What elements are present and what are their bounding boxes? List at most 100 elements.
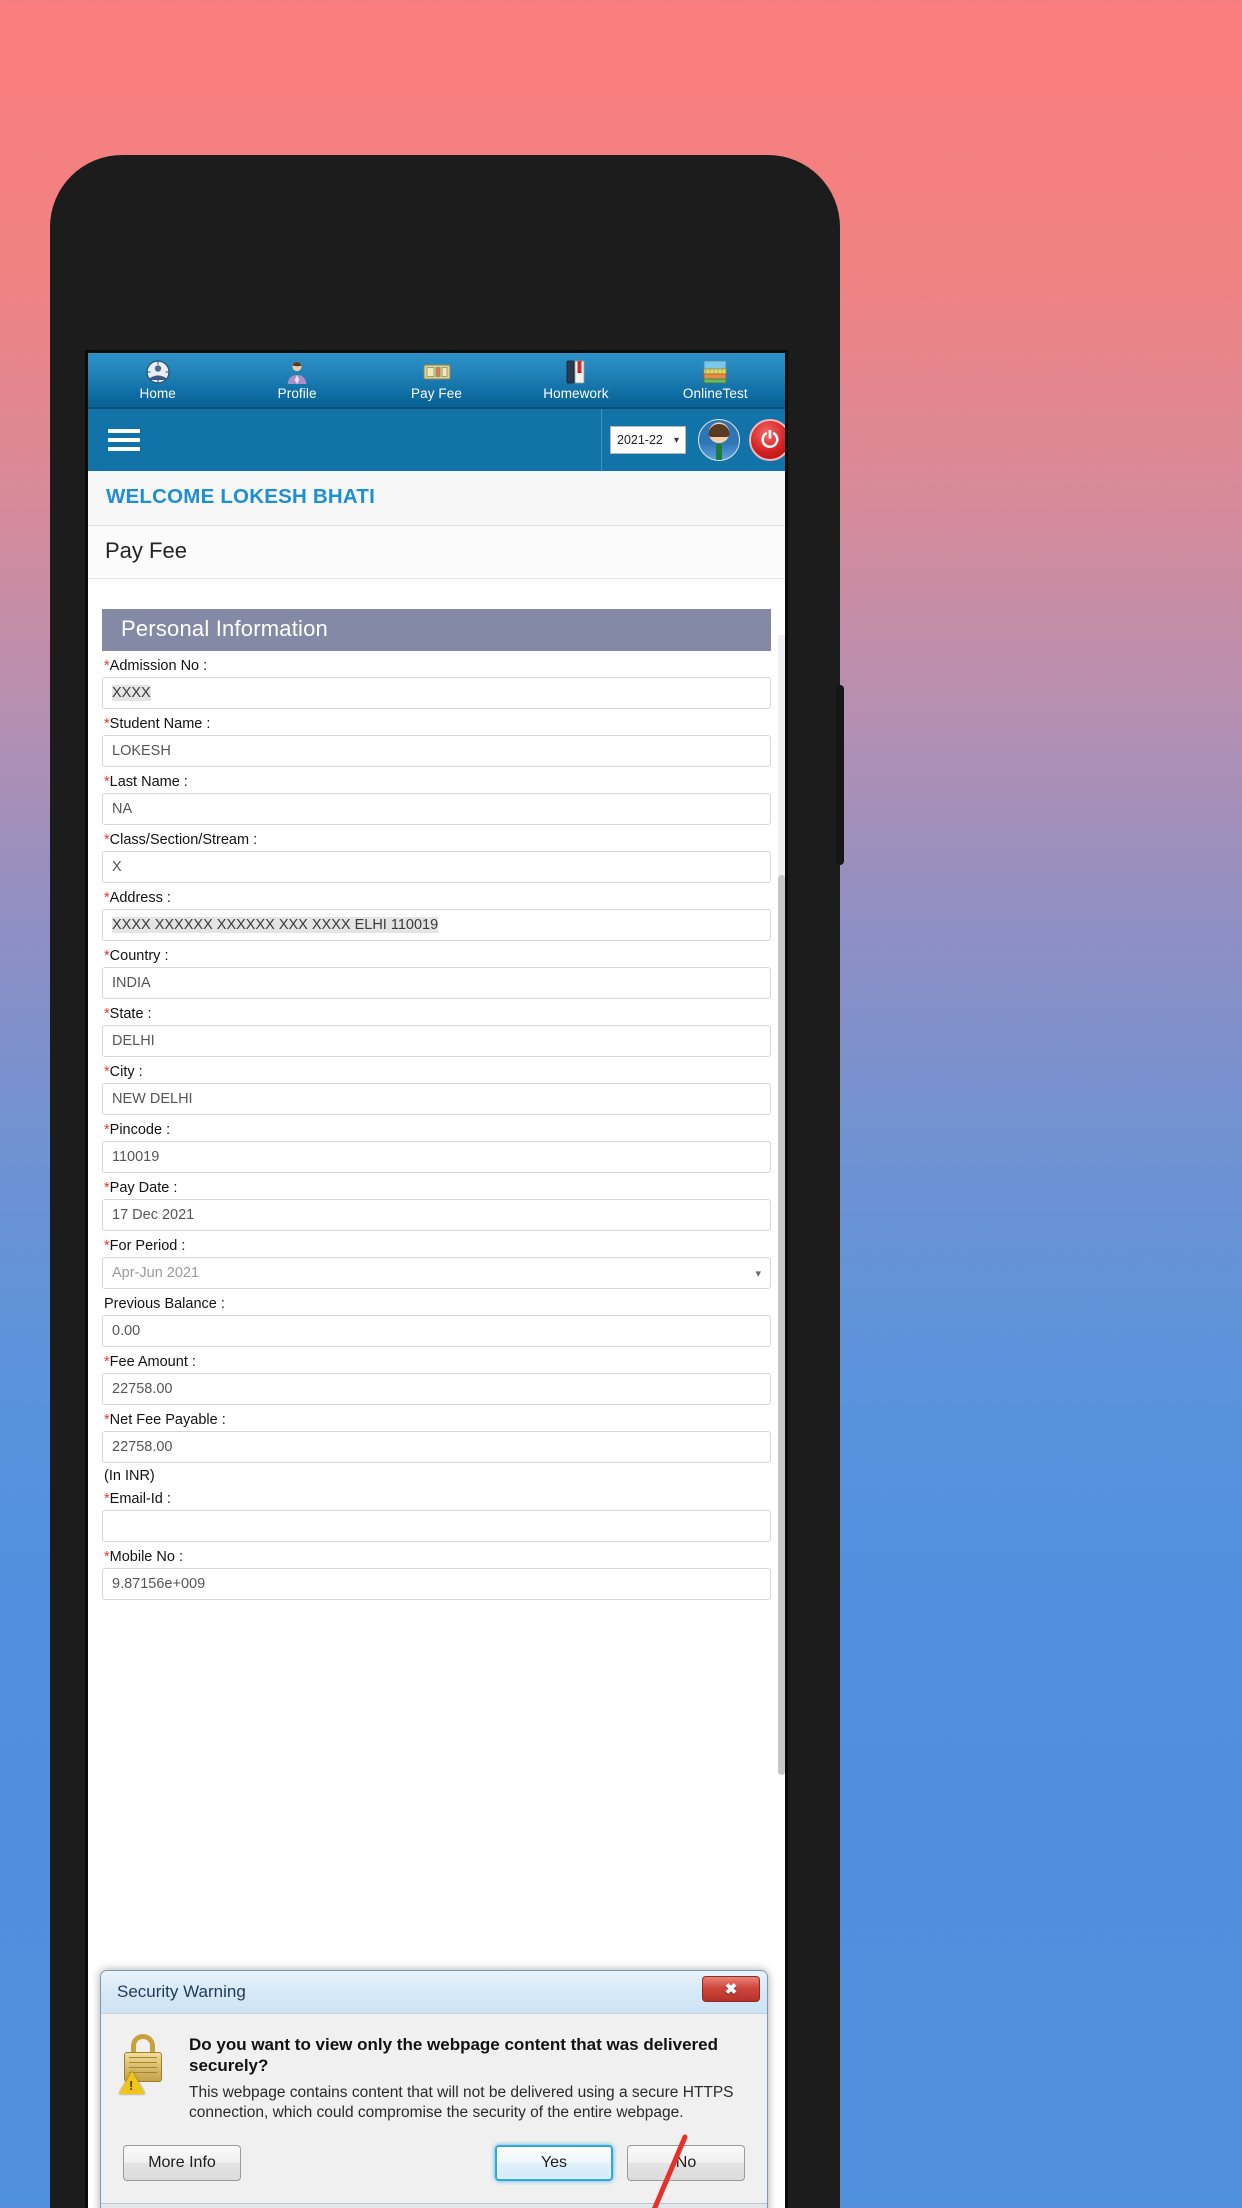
form-field-label-text: Last Name : [109, 774, 188, 790]
session-year-value: 2021-22 [617, 433, 663, 447]
form-field: *State : DELHI [102, 1006, 771, 1057]
form-field: *Class/Section/Stream : X [102, 832, 771, 883]
nav-item-pay-fee[interactable]: Pay Fee [367, 355, 506, 409]
form-field-label: *Net Fee Payable : [102, 1412, 771, 1428]
form-field-label: *Mobile No : [102, 1549, 771, 1565]
form-field-note: (In INR) [104, 1468, 155, 1484]
form-field: *Email-Id : [102, 1491, 771, 1542]
form-field: *Address : XXXX XXXXXX XXXXXX XXX XXXX EL… [102, 890, 771, 941]
power-off-icon[interactable]: ⏻ [749, 419, 785, 461]
form-field-label-text: Pincode : [109, 1122, 171, 1138]
security-warning-dialog: Security Warning ✖ ! Do you want to view… [100, 1970, 768, 2208]
form-field-value: NA [112, 801, 133, 817]
page-title-bar: Pay Fee [88, 526, 785, 579]
form-field-input[interactable]: 22758.00 [102, 1431, 771, 1463]
form-field-input[interactable]: 22758.00 [102, 1373, 771, 1405]
form-field-label: *Class/Section/Stream : [102, 832, 771, 848]
nav-item-online-test[interactable]: OnlineTest [646, 355, 785, 409]
section-header-personal-information: Personal Information [102, 609, 771, 651]
hamburger-menu-icon[interactable] [108, 424, 140, 456]
person-profile-icon [282, 357, 312, 387]
form-field-label-text: Previous Balance : [104, 1296, 225, 1312]
form-field-input[interactable]: 9.87156e+009 [102, 1568, 771, 1600]
yes-button[interactable]: Yes [495, 2145, 613, 2181]
form-field-value: 22758.00 [112, 1381, 173, 1397]
form-field-input[interactable]: INDIA [102, 967, 771, 999]
form-field-label-text: Mobile No : [109, 1549, 183, 1565]
no-button[interactable]: No [627, 2145, 745, 2181]
form-field-label-text: Fee Amount : [109, 1354, 196, 1370]
dialog-footer [101, 2203, 767, 2208]
form-field: *Student Name : LOKESH [102, 716, 771, 767]
form-field-input[interactable] [102, 1510, 771, 1542]
content-scrollbar[interactable] [778, 635, 785, 1775]
form-field-input[interactable]: LOKESH [102, 735, 771, 767]
form-field: *For Period : Apr-Jun 2021 ▾ [102, 1238, 771, 1289]
top-icon-navigation: Home Profile Pay Fee Homework OnlineTest [88, 353, 785, 409]
form-field-label: Previous Balance : [102, 1296, 771, 1312]
close-icon[interactable]: ✖ [702, 1976, 760, 2003]
form-field-input[interactable]: DELHI [102, 1025, 771, 1057]
form-field-input[interactable]: XXXX [102, 677, 771, 709]
form-field-value: 17 Dec 2021 [112, 1207, 195, 1223]
app-header-bar: 2021-22 ▾ ⏻ [88, 409, 785, 471]
close-glyph: ✖ [724, 1981, 738, 1999]
form-field-label-text: Email-Id : [109, 1491, 171, 1507]
form-field-value: X [112, 859, 122, 875]
page-title: Pay Fee [105, 538, 187, 563]
more-info-button[interactable]: More Info [123, 2145, 241, 2181]
form-field-label: *City : [102, 1064, 771, 1080]
nav-item-profile[interactable]: Profile [227, 355, 366, 409]
lock-warning-icon: ! [117, 2032, 173, 2095]
form-field-value: XXXX XXXXXX XXXXXX XXX XXXX ELHI 110019 [112, 917, 439, 933]
dialog-description: This webpage contains content that will … [189, 2083, 734, 2121]
dialog-text-block: Do you want to view only the webpage con… [189, 2032, 747, 2123]
form-field-input[interactable]: X [102, 851, 771, 883]
form-field: *Mobile No : 9.87156e+009 [102, 1549, 771, 1600]
form-field-input[interactable]: 0.00 [102, 1315, 771, 1347]
form-field-label: *State : [102, 1006, 771, 1022]
nav-item-homework-label: Homework [543, 386, 609, 401]
welcome-message: WELCOME LOKESH BHATI [106, 485, 375, 508]
form-field-label-text: Country : [109, 948, 169, 964]
nav-item-homework[interactable]: Homework [506, 355, 645, 409]
form-field-value: INDIA [112, 975, 151, 991]
form-field-label-text: Admission No : [109, 658, 208, 674]
form-field-input[interactable]: 110019 [102, 1141, 771, 1173]
header-right-controls: 2021-22 ▾ ⏻ [601, 409, 785, 471]
form-field-value: LOKESH [112, 743, 171, 759]
form-field-value: 22758.00 [112, 1439, 173, 1455]
form-field: *Net Fee Payable : 22758.00 (In INR) [102, 1412, 771, 1484]
bookshelf-icon [700, 357, 730, 387]
phone-screen: Home Profile Pay Fee Homework OnlineTest… [85, 350, 788, 2208]
money-icon [422, 357, 452, 387]
form-field-label: *Country : [102, 948, 771, 964]
form-field: *City : NEW DELHI [102, 1064, 771, 1115]
nav-item-online-test-label: OnlineTest [682, 386, 748, 401]
phone-button-power [836, 685, 844, 865]
form-field-input[interactable]: 17 Dec 2021 [102, 1199, 771, 1231]
form-field-label: *Address : [102, 890, 771, 906]
dialog-title-bar: Security Warning ✖ [101, 1971, 767, 2014]
form-field-input[interactable]: XXXX XXXXXX XXXXXX XXX XXXX ELHI 110019 [102, 909, 771, 941]
form-field-value: 0.00 [112, 1323, 141, 1339]
form-field: *Admission No : XXXX [102, 658, 771, 709]
form-field-value: 110019 [112, 1149, 160, 1165]
form-field-input[interactable]: NA [102, 793, 771, 825]
dialog-body: ! Do you want to view only the webpage c… [101, 2013, 767, 2123]
form-field-label: *Student Name : [102, 716, 771, 732]
form-field-label: *Email-Id : [102, 1491, 771, 1507]
form-field-label-text: Net Fee Payable : [109, 1412, 226, 1428]
session-year-select[interactable]: 2021-22 ▾ [610, 426, 686, 454]
nav-item-home-label: Home [139, 386, 176, 401]
nav-item-pay-fee-label: Pay Fee [411, 386, 462, 401]
nav-item-home[interactable]: Home [88, 355, 227, 409]
form-field-input[interactable]: NEW DELHI [102, 1083, 771, 1115]
dialog-question: Do you want to view only the webpage con… [189, 2035, 718, 2076]
content-scrollbar-thumb[interactable] [778, 875, 785, 1775]
user-avatar-icon[interactable] [698, 419, 740, 461]
form-field-select[interactable]: Apr-Jun 2021 ▾ [102, 1257, 771, 1289]
form-field: *Pincode : 110019 [102, 1122, 771, 1173]
form-field-value: DELHI [112, 1033, 155, 1049]
form-field-label-text: Student Name : [109, 716, 211, 732]
